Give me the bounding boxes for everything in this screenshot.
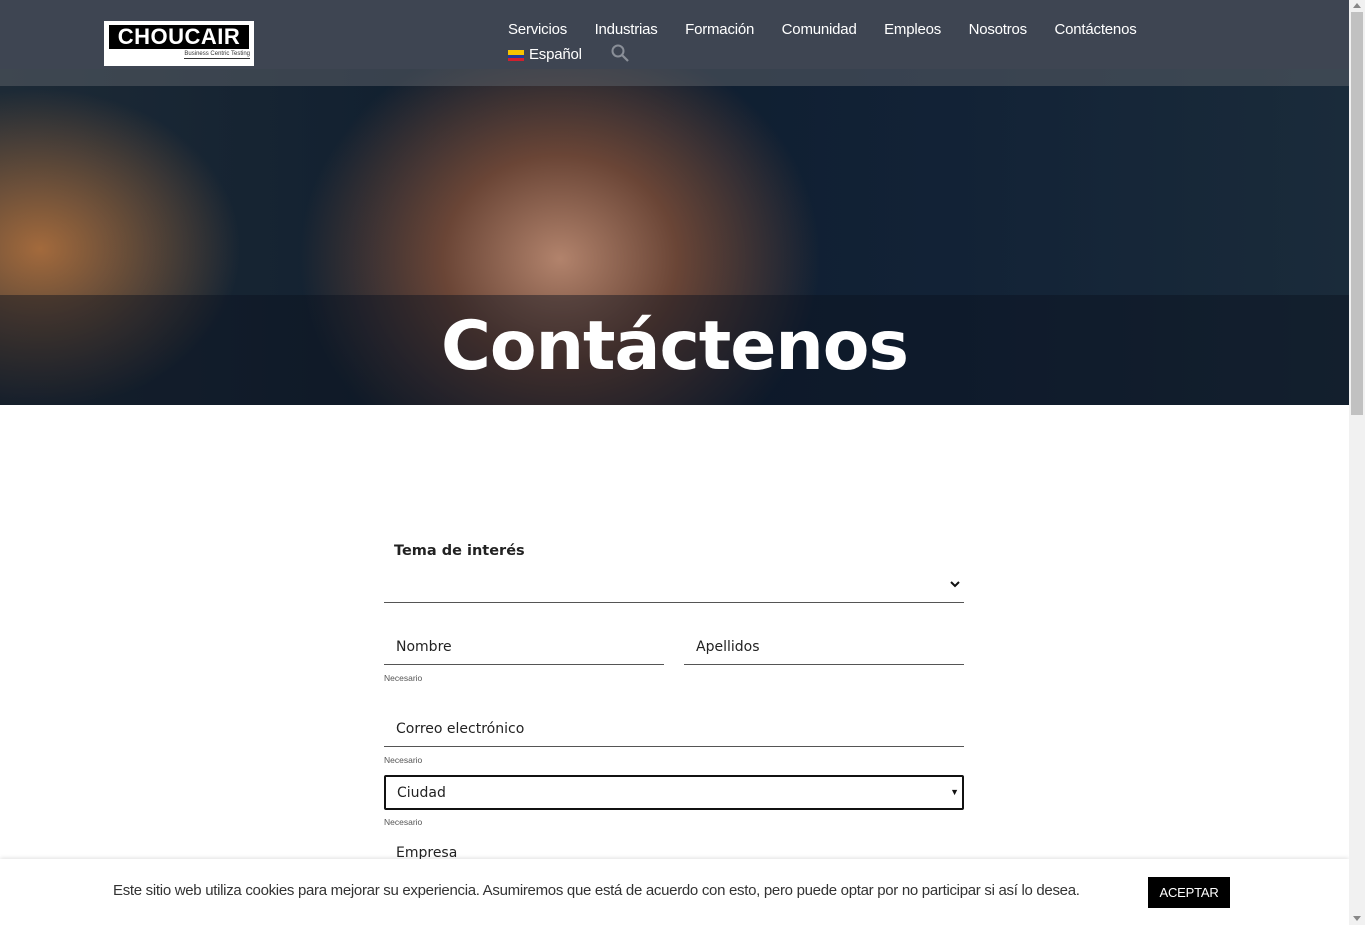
logo-tagline: Business Centric Testing [184, 51, 250, 59]
nombre-required: Necesario [384, 673, 423, 683]
accept-cookies-button[interactable]: ACEPTAR [1148, 877, 1230, 908]
ciudad-label: Ciudad [397, 785, 446, 801]
nombre-label: Nombre [396, 639, 452, 655]
nombre-field[interactable]: Nombre [384, 631, 664, 665]
scroll-thumb[interactable] [1351, 12, 1363, 415]
scrollbar[interactable] [1349, 0, 1365, 925]
site-header: CHOUCAIR Business Centric Testing Servic… [0, 0, 1349, 69]
main-nav: Servicios Industrias Formación Comunidad… [508, 21, 1164, 38]
chevron-down-icon [950, 581, 960, 588]
search-icon[interactable] [611, 44, 629, 62]
scroll-up-icon[interactable] [1353, 3, 1361, 8]
email-label: Correo electrónico [396, 721, 525, 737]
hero-banner: Contáctenos [0, 69, 1349, 405]
dropdown-arrow-icon: ▼ [950, 787, 959, 797]
secondary-nav: Español [508, 44, 629, 63]
nav-formacion[interactable]: Formación [685, 21, 754, 38]
page-title: Contáctenos [441, 307, 909, 386]
apellidos-field[interactable]: Apellidos [684, 631, 964, 665]
email-field[interactable]: Correo electrónico [384, 713, 964, 747]
tema-select[interactable] [384, 566, 964, 603]
nav-comunidad[interactable]: Comunidad [782, 21, 857, 38]
nav-nosotros[interactable]: Nosotros [969, 21, 1028, 38]
nav-industrias[interactable]: Industrias [595, 21, 658, 38]
language-selector[interactable]: Español [529, 46, 582, 63]
logo-text: CHOUCAIR [109, 25, 249, 49]
scroll-down-icon[interactable] [1353, 916, 1361, 921]
ciudad-select[interactable]: Ciudad ▼ [384, 775, 964, 810]
colombia-flag-icon [508, 49, 524, 61]
nav-contactenos[interactable]: Contáctenos [1055, 21, 1137, 38]
nav-servicios[interactable]: Servicios [508, 21, 567, 38]
nav-empleos[interactable]: Empleos [884, 21, 941, 38]
apellidos-label: Apellidos [696, 639, 760, 655]
ciudad-required: Necesario [384, 817, 423, 827]
logo[interactable]: CHOUCAIR Business Centric Testing [104, 21, 254, 66]
email-required: Necesario [384, 755, 423, 765]
hero-strip [0, 69, 1349, 86]
page: CHOUCAIR Business Centric Testing Servic… [0, 0, 1365, 925]
cookie-text: Este sitio web utiliza cookies para mejo… [113, 882, 1080, 899]
cookie-banner: Este sitio web utiliza cookies para mejo… [0, 859, 1349, 925]
tema-label: Tema de interés [394, 543, 525, 559]
